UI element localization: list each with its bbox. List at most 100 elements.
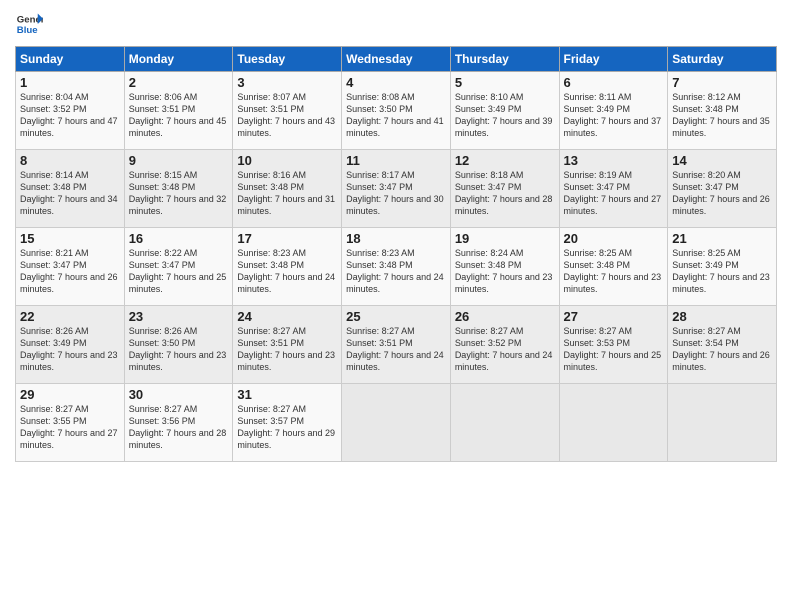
cell-info: Sunrise: 8:25 AMSunset: 3:48 PMDaylight:… <box>564 248 662 294</box>
cell-info: Sunrise: 8:27 AMSunset: 3:51 PMDaylight:… <box>346 326 444 372</box>
day-number: 31 <box>237 387 337 402</box>
day-number: 19 <box>455 231 555 246</box>
cell-info: Sunrise: 8:15 AMSunset: 3:48 PMDaylight:… <box>129 170 227 216</box>
calendar-cell: 8 Sunrise: 8:14 AMSunset: 3:48 PMDayligh… <box>16 150 125 228</box>
day-number: 20 <box>564 231 664 246</box>
calendar-cell <box>450 384 559 462</box>
day-number: 4 <box>346 75 446 90</box>
calendar-cell: 17 Sunrise: 8:23 AMSunset: 3:48 PMDaylig… <box>233 228 342 306</box>
calendar-cell: 19 Sunrise: 8:24 AMSunset: 3:48 PMDaylig… <box>450 228 559 306</box>
day-number: 27 <box>564 309 664 324</box>
day-number: 26 <box>455 309 555 324</box>
cell-info: Sunrise: 8:23 AMSunset: 3:48 PMDaylight:… <box>237 248 335 294</box>
calendar-cell: 15 Sunrise: 8:21 AMSunset: 3:47 PMDaylig… <box>16 228 125 306</box>
cell-info: Sunrise: 8:27 AMSunset: 3:52 PMDaylight:… <box>455 326 553 372</box>
calendar-cell: 28 Sunrise: 8:27 AMSunset: 3:54 PMDaylig… <box>668 306 777 384</box>
col-header-friday: Friday <box>559 47 668 72</box>
calendar-cell: 2 Sunrise: 8:06 AMSunset: 3:51 PMDayligh… <box>124 72 233 150</box>
logo-icon: General Blue <box>15 10 43 38</box>
calendar-cell <box>342 384 451 462</box>
calendar-cell: 1 Sunrise: 8:04 AMSunset: 3:52 PMDayligh… <box>16 72 125 150</box>
cell-info: Sunrise: 8:10 AMSunset: 3:49 PMDaylight:… <box>455 92 553 138</box>
day-number: 7 <box>672 75 772 90</box>
day-number: 18 <box>346 231 446 246</box>
day-number: 25 <box>346 309 446 324</box>
day-number: 21 <box>672 231 772 246</box>
cell-info: Sunrise: 8:23 AMSunset: 3:48 PMDaylight:… <box>346 248 444 294</box>
svg-text:Blue: Blue <box>17 25 38 36</box>
calendar-cell: 31 Sunrise: 8:27 AMSunset: 3:57 PMDaylig… <box>233 384 342 462</box>
calendar-cell: 23 Sunrise: 8:26 AMSunset: 3:50 PMDaylig… <box>124 306 233 384</box>
calendar-body: 1 Sunrise: 8:04 AMSunset: 3:52 PMDayligh… <box>16 72 777 462</box>
calendar-cell: 26 Sunrise: 8:27 AMSunset: 3:52 PMDaylig… <box>450 306 559 384</box>
day-number: 22 <box>20 309 120 324</box>
cell-info: Sunrise: 8:27 AMSunset: 3:53 PMDaylight:… <box>564 326 662 372</box>
calendar-cell: 30 Sunrise: 8:27 AMSunset: 3:56 PMDaylig… <box>124 384 233 462</box>
calendar-cell: 22 Sunrise: 8:26 AMSunset: 3:49 PMDaylig… <box>16 306 125 384</box>
cell-info: Sunrise: 8:26 AMSunset: 3:50 PMDaylight:… <box>129 326 227 372</box>
cell-info: Sunrise: 8:11 AMSunset: 3:49 PMDaylight:… <box>564 92 662 138</box>
day-number: 2 <box>129 75 229 90</box>
cell-info: Sunrise: 8:18 AMSunset: 3:47 PMDaylight:… <box>455 170 553 216</box>
day-number: 28 <box>672 309 772 324</box>
main-container: General Blue SundayMondayTuesdayWednesda… <box>0 0 792 472</box>
cell-info: Sunrise: 8:27 AMSunset: 3:54 PMDaylight:… <box>672 326 770 372</box>
cell-info: Sunrise: 8:14 AMSunset: 3:48 PMDaylight:… <box>20 170 118 216</box>
calendar-cell: 24 Sunrise: 8:27 AMSunset: 3:51 PMDaylig… <box>233 306 342 384</box>
calendar-cell: 3 Sunrise: 8:07 AMSunset: 3:51 PMDayligh… <box>233 72 342 150</box>
day-number: 11 <box>346 153 446 168</box>
day-number: 14 <box>672 153 772 168</box>
day-number: 1 <box>20 75 120 90</box>
cell-info: Sunrise: 8:21 AMSunset: 3:47 PMDaylight:… <box>20 248 118 294</box>
cell-info: Sunrise: 8:27 AMSunset: 3:51 PMDaylight:… <box>237 326 335 372</box>
calendar-cell: 9 Sunrise: 8:15 AMSunset: 3:48 PMDayligh… <box>124 150 233 228</box>
calendar-cell: 4 Sunrise: 8:08 AMSunset: 3:50 PMDayligh… <box>342 72 451 150</box>
col-header-thursday: Thursday <box>450 47 559 72</box>
cell-info: Sunrise: 8:20 AMSunset: 3:47 PMDaylight:… <box>672 170 770 216</box>
calendar-cell: 11 Sunrise: 8:17 AMSunset: 3:47 PMDaylig… <box>342 150 451 228</box>
day-number: 13 <box>564 153 664 168</box>
calendar-table: SundayMondayTuesdayWednesdayThursdayFrid… <box>15 46 777 462</box>
calendar-cell: 7 Sunrise: 8:12 AMSunset: 3:48 PMDayligh… <box>668 72 777 150</box>
cell-info: Sunrise: 8:16 AMSunset: 3:48 PMDaylight:… <box>237 170 335 216</box>
cell-info: Sunrise: 8:25 AMSunset: 3:49 PMDaylight:… <box>672 248 770 294</box>
cell-info: Sunrise: 8:17 AMSunset: 3:47 PMDaylight:… <box>346 170 444 216</box>
col-header-sunday: Sunday <box>16 47 125 72</box>
col-header-saturday: Saturday <box>668 47 777 72</box>
cell-info: Sunrise: 8:08 AMSunset: 3:50 PMDaylight:… <box>346 92 444 138</box>
calendar-cell: 10 Sunrise: 8:16 AMSunset: 3:48 PMDaylig… <box>233 150 342 228</box>
calendar-cell: 18 Sunrise: 8:23 AMSunset: 3:48 PMDaylig… <box>342 228 451 306</box>
day-number: 30 <box>129 387 229 402</box>
calendar-cell: 14 Sunrise: 8:20 AMSunset: 3:47 PMDaylig… <box>668 150 777 228</box>
calendar-cell: 16 Sunrise: 8:22 AMSunset: 3:47 PMDaylig… <box>124 228 233 306</box>
cell-info: Sunrise: 8:24 AMSunset: 3:48 PMDaylight:… <box>455 248 553 294</box>
cell-info: Sunrise: 8:26 AMSunset: 3:49 PMDaylight:… <box>20 326 118 372</box>
col-header-wednesday: Wednesday <box>342 47 451 72</box>
day-number: 6 <box>564 75 664 90</box>
day-number: 24 <box>237 309 337 324</box>
calendar-cell: 25 Sunrise: 8:27 AMSunset: 3:51 PMDaylig… <box>342 306 451 384</box>
day-number: 16 <box>129 231 229 246</box>
day-number: 15 <box>20 231 120 246</box>
day-number: 10 <box>237 153 337 168</box>
week-row-3: 15 Sunrise: 8:21 AMSunset: 3:47 PMDaylig… <box>16 228 777 306</box>
calendar-cell: 6 Sunrise: 8:11 AMSunset: 3:49 PMDayligh… <box>559 72 668 150</box>
cell-info: Sunrise: 8:07 AMSunset: 3:51 PMDaylight:… <box>237 92 335 138</box>
calendar-cell: 20 Sunrise: 8:25 AMSunset: 3:48 PMDaylig… <box>559 228 668 306</box>
cell-info: Sunrise: 8:27 AMSunset: 3:57 PMDaylight:… <box>237 404 335 450</box>
col-header-monday: Monday <box>124 47 233 72</box>
cell-info: Sunrise: 8:12 AMSunset: 3:48 PMDaylight:… <box>672 92 770 138</box>
calendar-cell: 12 Sunrise: 8:18 AMSunset: 3:47 PMDaylig… <box>450 150 559 228</box>
cell-info: Sunrise: 8:27 AMSunset: 3:56 PMDaylight:… <box>129 404 227 450</box>
logo: General Blue <box>15 10 43 38</box>
cell-info: Sunrise: 8:27 AMSunset: 3:55 PMDaylight:… <box>20 404 118 450</box>
calendar-cell <box>559 384 668 462</box>
col-header-tuesday: Tuesday <box>233 47 342 72</box>
cell-info: Sunrise: 8:22 AMSunset: 3:47 PMDaylight:… <box>129 248 227 294</box>
week-row-4: 22 Sunrise: 8:26 AMSunset: 3:49 PMDaylig… <box>16 306 777 384</box>
calendar-cell: 5 Sunrise: 8:10 AMSunset: 3:49 PMDayligh… <box>450 72 559 150</box>
cell-info: Sunrise: 8:06 AMSunset: 3:51 PMDaylight:… <box>129 92 227 138</box>
calendar-cell: 21 Sunrise: 8:25 AMSunset: 3:49 PMDaylig… <box>668 228 777 306</box>
day-number: 12 <box>455 153 555 168</box>
day-number: 3 <box>237 75 337 90</box>
